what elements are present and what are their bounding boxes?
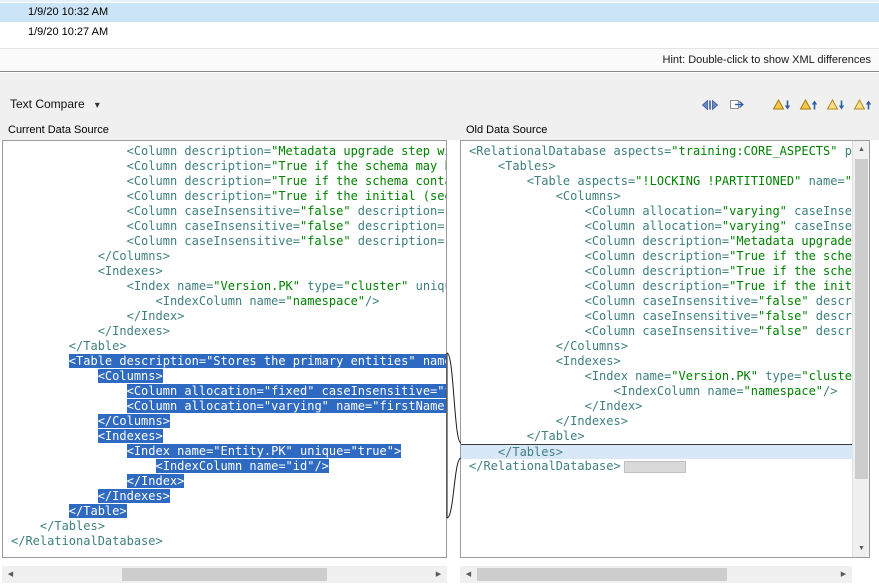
right-horizontal-scrollbar[interactable]: ◀ ▶ — [460, 566, 852, 583]
code-line: </Tables> — [3, 519, 446, 534]
code-line: <Indexes> — [3, 264, 446, 279]
compare-editor: 1/9/20 10:32 AM 1/9/20 10:27 AM Hint: Do… — [0, 0, 879, 584]
code-line: <Column description="True if the schema … — [461, 264, 869, 279]
code-line: <Columns> — [461, 189, 869, 204]
horizontal-scrollbar-thumb[interactable] — [477, 568, 727, 581]
code-line: </Tables> — [461, 444, 869, 459]
code-line: <Index name="Version.PK" type="cluster" … — [3, 279, 446, 294]
previous-change-icon — [853, 98, 872, 112]
left-pane-title: Current Data Source — [8, 124, 109, 136]
code-line: <Column description="True if the schema … — [3, 174, 446, 189]
code-line: <IndexColumn name="id"/> — [3, 459, 446, 474]
code-line: <IndexColumn name="namespace"/> — [461, 384, 869, 399]
code-line: </Table> — [3, 504, 446, 519]
scroll-right-button[interactable]: ▶ — [430, 566, 447, 583]
next-difference-button[interactable] — [770, 96, 792, 114]
history-row-label: 1/9/20 10:32 AM — [28, 6, 108, 18]
code-line: </Index> — [461, 399, 869, 414]
code-line: </RelationalDatabase> — [3, 534, 446, 549]
code-line: <Column allocation="fixed" caseInsensiti… — [3, 384, 446, 399]
scroll-left-button[interactable]: ◀ — [2, 566, 19, 583]
compare-toolbar: Text Compare ▾ — [0, 73, 879, 122]
left-horizontal-scrollbar[interactable]: ◀ ▶ — [2, 566, 447, 583]
left-pane[interactable]: <Column description="Metadata upgrade st… — [2, 140, 447, 558]
code-line: <Column caseInsensitive="false" descript… — [3, 204, 446, 219]
code-line: <Column caseInsensitive="false" descript… — [461, 324, 869, 339]
code-line: <Indexes> — [461, 354, 869, 369]
copy-all-changes-icon — [729, 98, 745, 112]
next-change-button[interactable] — [824, 96, 846, 114]
compare-mode-label: Text Compare — [10, 97, 85, 111]
previous-difference-button[interactable] — [797, 96, 819, 114]
previous-change-button[interactable] — [851, 96, 873, 114]
right-pane-title: Old Data Source — [466, 124, 547, 136]
compare-toolbar-icons — [699, 96, 873, 114]
history-row[interactable]: 1/9/20 10:32 AM — [0, 3, 879, 22]
code-line: <Column caseInsensitive="false" descript… — [3, 234, 446, 249]
hint-bar: Hint: Double-click to show XML differenc… — [0, 48, 879, 72]
code-line: <Column caseInsensitive="false" descript… — [3, 219, 446, 234]
swap-panes-button[interactable] — [699, 96, 721, 114]
code-line: <Index name="Version.PK" type="cluster" … — [461, 369, 869, 384]
pane-label-strip — [0, 122, 879, 140]
code-line: <Column description="True if the initial… — [3, 189, 446, 204]
code-line: <Column allocation="varying" caseInsensi… — [461, 219, 869, 234]
code-line: <Column description="Metadata upgrade st… — [461, 234, 869, 249]
code-line: </Columns> — [3, 414, 446, 429]
chevron-down-icon: ▾ — [95, 100, 100, 111]
right-code-area[interactable]: <RelationalDatabase aspects="training:CO… — [461, 141, 869, 557]
next-change-icon — [826, 98, 845, 112]
code-line: </Indexes> — [461, 414, 869, 429]
copy-all-changes-button[interactable] — [726, 96, 748, 114]
hint-text: Hint: Double-click to show XML differenc… — [663, 54, 871, 66]
right-pane[interactable]: <RelationalDatabase aspects="training:CO… — [460, 140, 870, 558]
code-line: <Index name="Entity.PK" unique="true"> — [3, 444, 446, 459]
code-line: <Column allocation="varying" name="first… — [3, 399, 446, 414]
code-line: </Index> — [3, 474, 446, 489]
scroll-left-button[interactable]: ◀ — [460, 566, 477, 583]
scroll-down-button[interactable]: ▼ — [853, 540, 870, 557]
code-line: </Indexes> — [3, 489, 446, 504]
swap-panes-icon — [701, 98, 719, 112]
code-line: <Column description="True if the schema … — [3, 159, 446, 174]
code-line: </Columns> — [3, 249, 446, 264]
code-line: <Column description="Metadata upgrade st… — [3, 144, 446, 159]
scroll-right-button[interactable]: ▶ — [835, 566, 852, 583]
code-line: <Column caseInsensitive="false" descript… — [461, 294, 869, 309]
compare-mode-menu[interactable]: Text Compare ▾ — [10, 97, 100, 111]
code-line: </Indexes> — [3, 324, 446, 339]
previous-difference-icon — [799, 98, 818, 112]
next-difference-icon — [772, 98, 791, 112]
text-compare-panes: Current Data Source Old Data Source <Col… — [0, 122, 879, 558]
code-line: <Table description="Stores the primary e… — [3, 354, 446, 369]
code-line: <Indexes> — [3, 429, 446, 444]
code-line: <Columns> — [3, 369, 446, 384]
code-line: <IndexColumn name="namespace"/> — [3, 294, 446, 309]
code-line: <Column allocation="varying" caseInsensi… — [461, 204, 869, 219]
code-line: </Table> — [3, 339, 446, 354]
code-line: <Column description="True if the schema … — [461, 249, 869, 264]
horizontal-scrollbar-thumb[interactable] — [122, 568, 327, 581]
insertion-point-marker — [624, 461, 686, 473]
vertical-scrollbar-thumb[interactable] — [855, 159, 868, 479]
code-line: </Table> — [461, 429, 869, 444]
scroll-up-button[interactable]: ▲ — [853, 141, 870, 158]
code-line: </Index> — [3, 309, 446, 324]
history-row-label: 1/9/20 10:27 AM — [28, 26, 108, 38]
code-line: </Columns> — [461, 339, 869, 354]
code-line: <RelationalDatabase aspects="training:CO… — [461, 144, 869, 159]
code-line: <Column caseInsensitive="false" descript… — [461, 309, 869, 324]
history-row[interactable]: 1/9/20 10:27 AM — [0, 23, 879, 42]
left-code-area[interactable]: <Column description="Metadata upgrade st… — [3, 141, 446, 557]
code-line: <Table aspects="!LOCKING !PARTITIONED" n… — [461, 174, 869, 189]
history-list: 1/9/20 10:32 AM 1/9/20 10:27 AM — [0, 0, 879, 48]
right-vertical-scrollbar[interactable]: ▲ ▼ — [852, 141, 869, 557]
code-line: </RelationalDatabase> — [461, 459, 869, 474]
code-line: <Column description="True if the initial… — [461, 279, 869, 294]
code-line: <Tables> — [461, 159, 869, 174]
